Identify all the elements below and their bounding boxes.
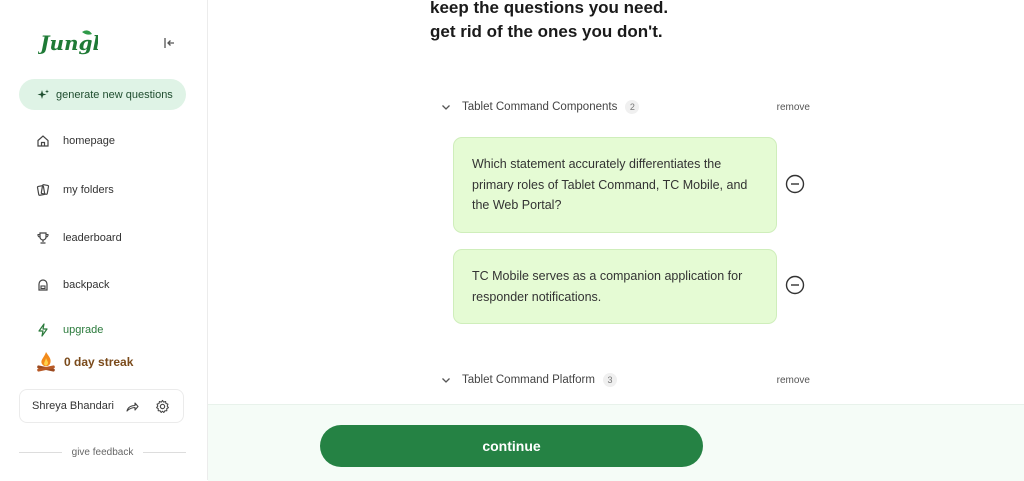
jungle-logo[interactable]: Jungle — [36, 26, 113, 58]
user-profile-card[interactable]: Shreya Bhandari — [19, 389, 184, 423]
sidebar: Jungle generate new questions homepage m… — [0, 0, 208, 480]
sidebar-item-label: leaderboard — [63, 232, 122, 244]
user-name: Shreya Bhandari — [32, 400, 114, 412]
section-title: Tablet Command Components — [462, 101, 618, 113]
divider — [143, 451, 186, 453]
remove-question-icon[interactable] — [785, 174, 805, 194]
share-icon[interactable] — [125, 400, 139, 417]
heading-line-1: keep the questions you need. — [430, 0, 669, 17]
continue-button[interactable]: continue — [320, 425, 703, 467]
remove-section-button[interactable]: remove — [777, 102, 810, 113]
question-text: Which statement accurately differentiate… — [472, 157, 748, 212]
footer-bar: continue — [208, 404, 1024, 481]
heading-line-2: get rid of the ones you don't. — [430, 22, 663, 41]
divider — [19, 451, 62, 453]
section-count-badge: 2 — [625, 100, 640, 114]
feedback-label: give feedback — [71, 446, 134, 458]
streak-indicator: 0 day streak — [34, 350, 133, 374]
sidebar-item-upgrade[interactable]: upgrade — [36, 323, 103, 337]
section-count-badge: 3 — [602, 373, 617, 387]
campfire-icon — [37, 352, 55, 372]
question-text: TC Mobile serves as a companion applicat… — [472, 269, 743, 304]
streak-label: 0 day streak — [64, 355, 134, 369]
cards-icon — [36, 184, 50, 196]
sidebar-item-backpack[interactable]: backpack — [36, 278, 109, 292]
sidebar-item-leaderboard[interactable]: leaderboard — [36, 231, 122, 245]
collapse-sidebar-icon[interactable] — [162, 36, 176, 50]
backpack-icon — [38, 279, 48, 291]
give-feedback-link[interactable]: give feedback — [19, 445, 186, 459]
home-icon — [37, 135, 49, 147]
question-card: TC Mobile serves as a companion applicat… — [453, 249, 777, 324]
sidebar-item-label: homepage — [63, 135, 115, 147]
sidebar-item-my-folders[interactable]: my folders — [36, 183, 114, 197]
chevron-down-icon[interactable] — [440, 374, 452, 386]
trophy-icon — [37, 232, 49, 244]
section-header[interactable]: Tablet Command Platform 3 remove — [440, 370, 810, 390]
generate-new-questions-button[interactable]: generate new questions — [19, 79, 186, 110]
sparkle-icon — [37, 89, 49, 99]
generate-label: generate new questions — [56, 88, 173, 101]
section-header[interactable]: Tablet Command Components 2 remove — [440, 97, 810, 117]
chevron-down-icon[interactable] — [440, 101, 452, 113]
sidebar-item-label: backpack — [63, 279, 110, 291]
sidebar-item-homepage[interactable]: homepage — [36, 134, 115, 148]
section-title: Tablet Command Platform — [462, 374, 595, 386]
question-card: Which statement accurately differentiate… — [453, 137, 777, 233]
page-heading: keep the questions you need. get rid of … — [430, 0, 668, 44]
lightning-icon — [38, 323, 48, 337]
remove-section-button[interactable]: remove — [777, 375, 810, 386]
remove-question-icon[interactable] — [785, 275, 805, 295]
gear-icon[interactable] — [155, 399, 170, 417]
sidebar-item-label: my folders — [63, 184, 114, 196]
sidebar-item-label: upgrade — [63, 324, 104, 336]
